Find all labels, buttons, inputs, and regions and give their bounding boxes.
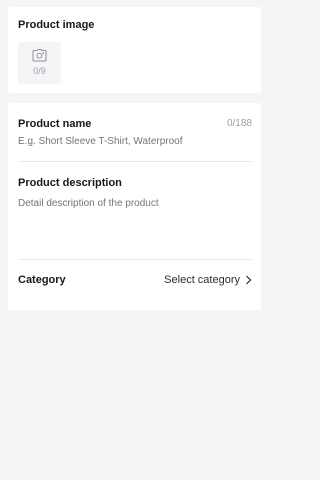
- product-name-input[interactable]: [18, 136, 248, 147]
- product-image-title: Product image: [18, 19, 95, 31]
- product-name-counter: 0/188: [226, 118, 252, 129]
- image-upload-button[interactable]: 0/9: [18, 42, 61, 84]
- product-description-label: Product description: [18, 177, 122, 189]
- category-select[interactable]: Select category: [164, 274, 252, 286]
- product-details-card: Product name 0/188 Product description C…: [8, 103, 261, 310]
- product-name-label: Product name: [18, 118, 92, 130]
- category-row[interactable]: Category Select category: [8, 263, 261, 297]
- divider: [18, 259, 252, 260]
- category-label: Category: [18, 274, 66, 286]
- chevron-right-icon: [246, 275, 252, 285]
- product-image-card: Product image 0/9: [8, 7, 261, 93]
- product-description-input[interactable]: [18, 198, 251, 253]
- image-upload-count: 0/9: [33, 66, 46, 76]
- category-selected-value: Select category: [164, 274, 240, 286]
- divider: [18, 161, 252, 162]
- camera-plus-icon: [32, 49, 47, 62]
